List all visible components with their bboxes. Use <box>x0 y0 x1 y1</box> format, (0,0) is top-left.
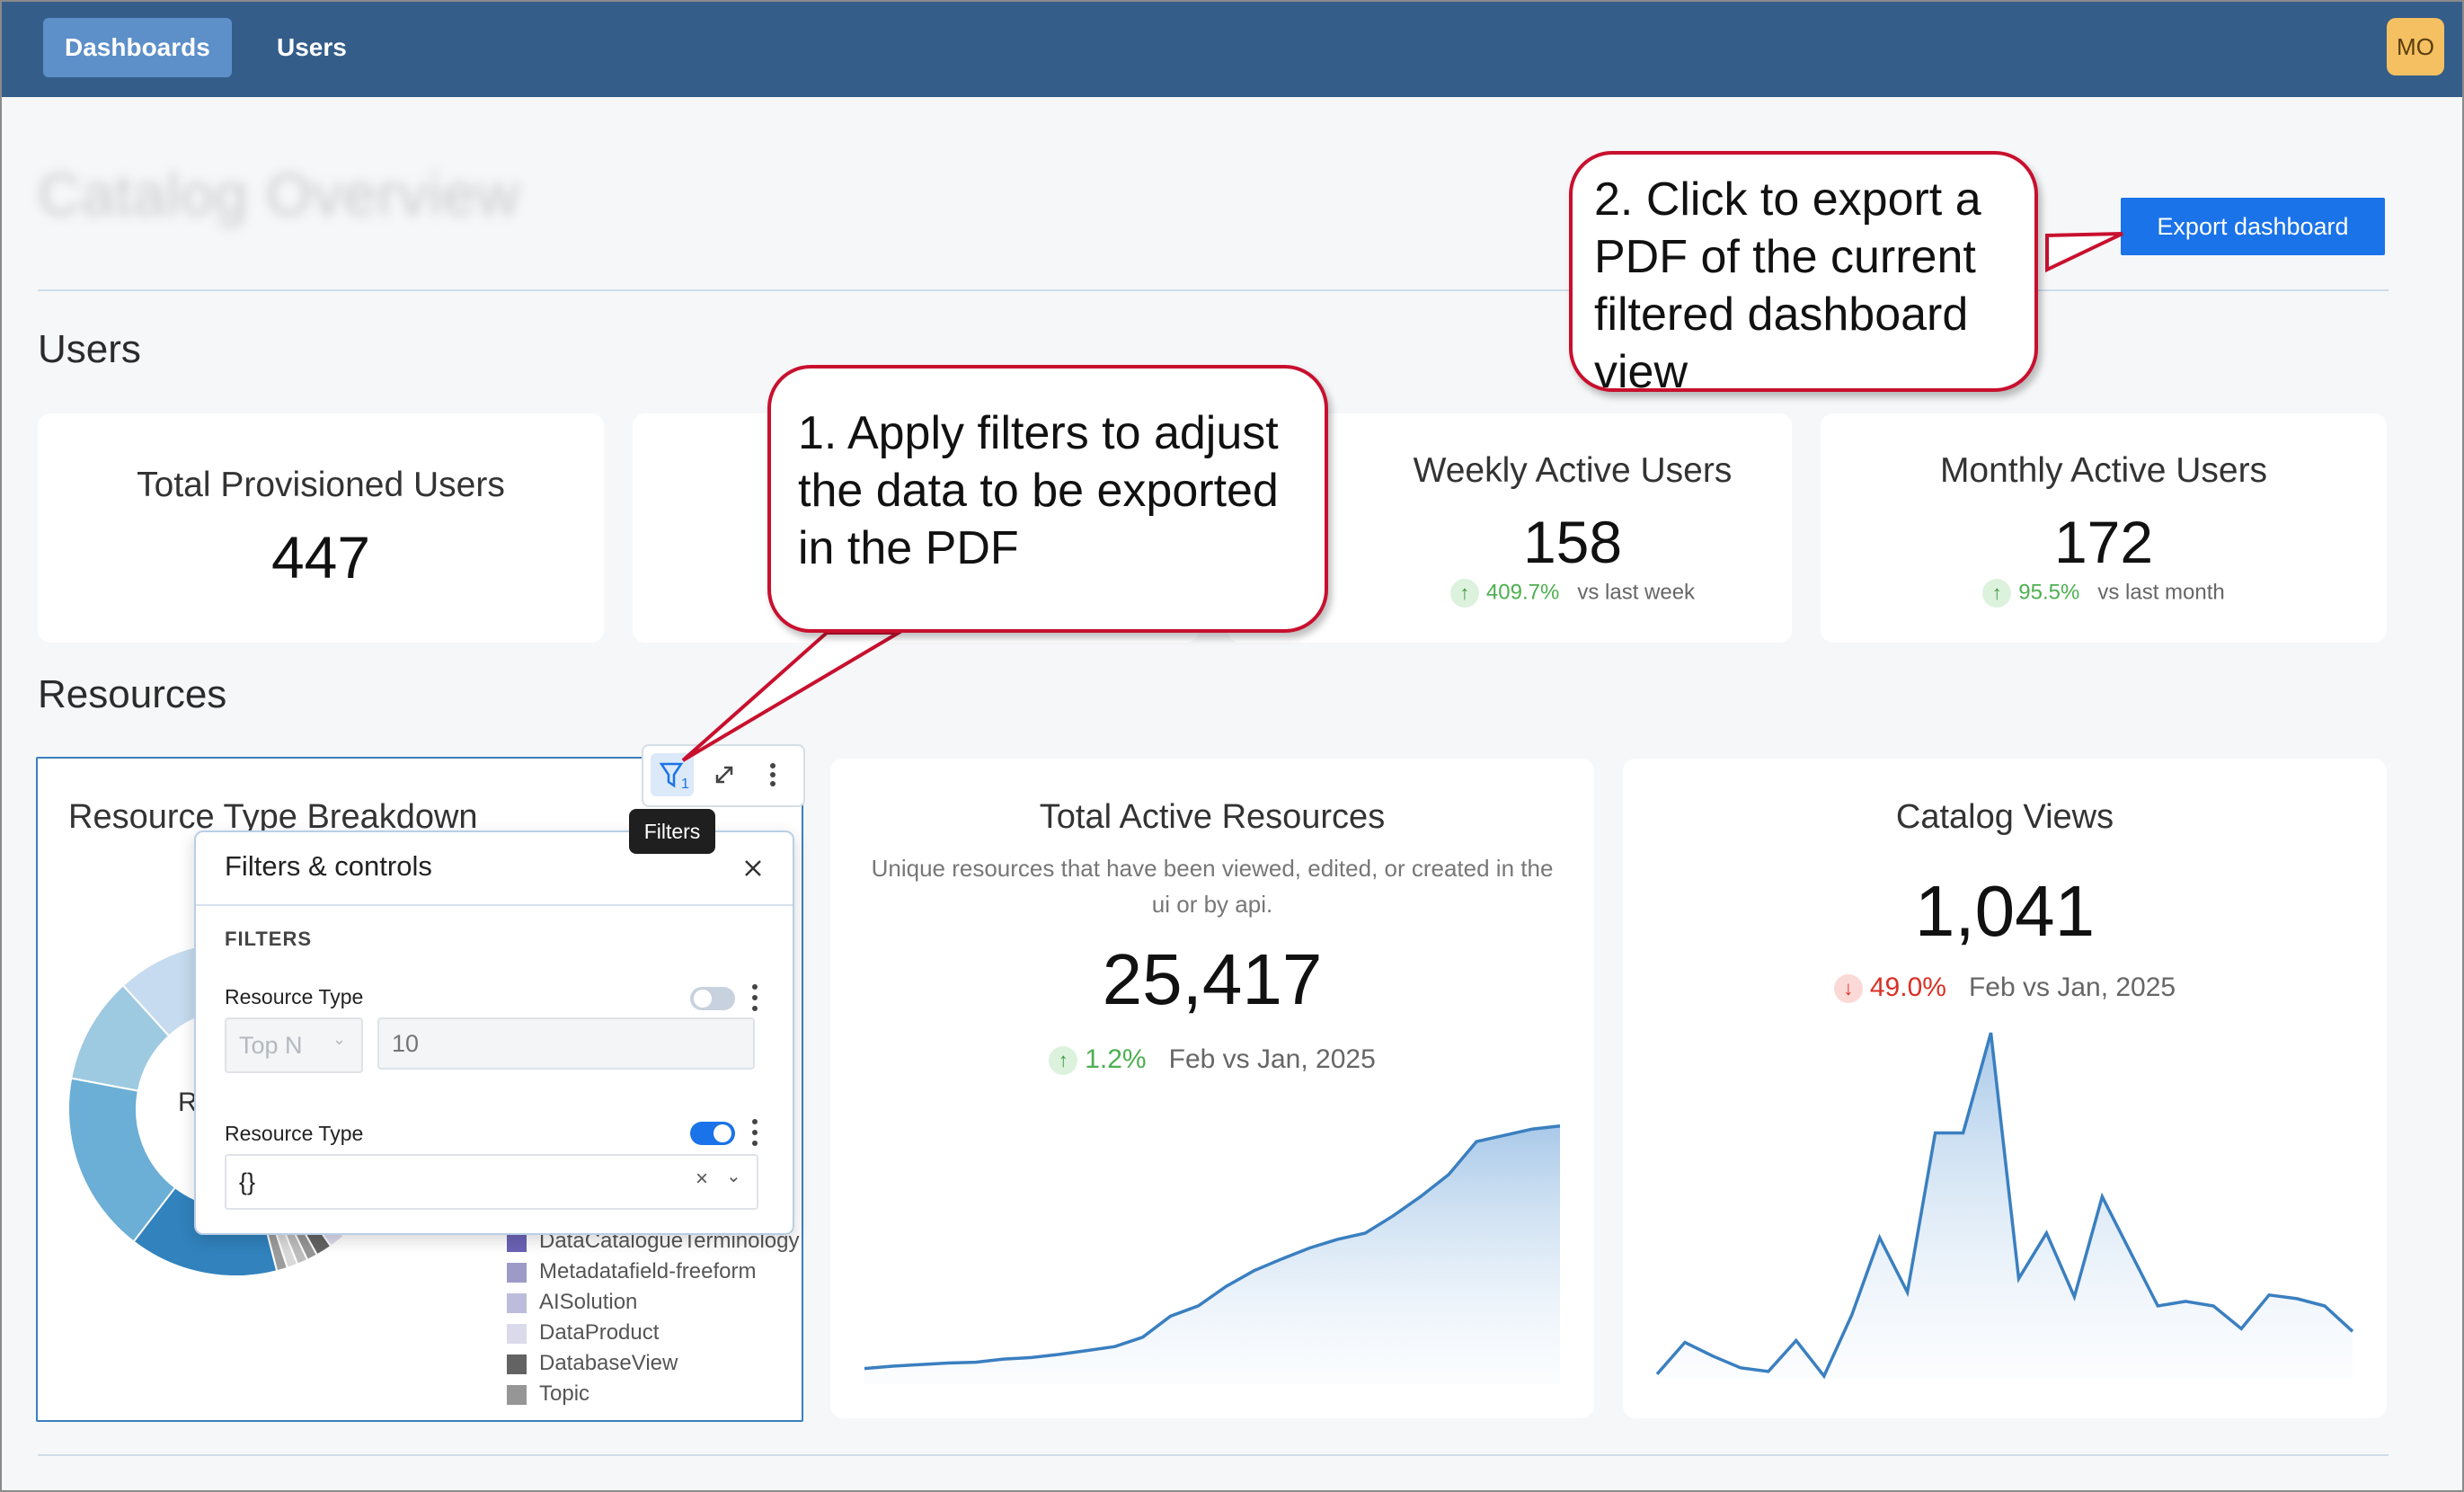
nav-tab-users[interactable]: Users <box>255 18 368 77</box>
delta-text: vs last week <box>1577 580 1696 605</box>
kpi-value: 172 <box>2053 509 2154 575</box>
kpi-value: 158 <box>1522 509 1623 575</box>
filter-toggle-off[interactable] <box>690 987 735 1010</box>
kpi-value: 447 <box>270 524 371 591</box>
total-active-resources-card: Total Active Resources Unique resources … <box>830 759 1594 1418</box>
page-title: Catalog Overview <box>38 161 520 227</box>
clear-icon[interactable]: × <box>696 1167 708 1192</box>
legend-item: DatabaseView <box>507 1350 678 1377</box>
series-area <box>1657 1033 2353 1379</box>
footer-divider <box>38 1454 2389 1456</box>
more-options-icon[interactable] <box>746 1115 764 1150</box>
close-icon[interactable] <box>739 854 767 883</box>
catalog-views-area-chart <box>1655 1032 2354 1380</box>
legend-item: AISolution <box>507 1289 637 1316</box>
user-avatar[interactable]: MO <box>2387 18 2444 75</box>
top-n-select[interactable]: Top N ⌄ <box>225 1017 363 1073</box>
filter-toggle-on[interactable] <box>690 1122 735 1145</box>
chart-toolbar: 1 <box>642 744 805 807</box>
kpi-card-total-provisioned: Total Provisioned Users 447 <box>38 413 604 643</box>
kpi-label: Total Provisioned Users <box>137 466 505 504</box>
legend-swatch <box>507 1323 527 1344</box>
callout-two-pointer <box>2045 232 2123 273</box>
legend-swatch <box>507 1292 527 1313</box>
top-navigation: Dashboards Users MO <box>0 0 2464 97</box>
kpi-card-monthly-active: Monthly Active Users 172 ↑ 95.5% vs last … <box>1821 413 2387 643</box>
legend-item: Topic <box>507 1381 589 1408</box>
resources-section-title: Resources <box>38 672 227 716</box>
active-resources-area-chart <box>864 1123 1561 1384</box>
chevron-down-icon: ⌄ <box>332 1030 347 1048</box>
legend-swatch <box>507 1354 527 1374</box>
expand-icon[interactable] <box>703 753 746 796</box>
arrow-up-icon: ↑ <box>1982 579 2012 608</box>
chevron-down-icon[interactable]: ⌄ <box>726 1165 741 1187</box>
catalog-views-card: Catalog Views 1,041 ↓ 49.0% Feb vs Jan, 2… <box>1623 759 2387 1418</box>
nav-tab-dashboards[interactable]: Dashboards <box>43 18 232 77</box>
filter-label: Resource Type <box>225 1122 364 1145</box>
legend-item: DataProduct <box>507 1319 659 1346</box>
filters-tooltip: Filters <box>629 809 715 854</box>
kpi-delta: ↑ 409.7% vs last week <box>1353 579 1792 608</box>
delta-percent: 95.5% <box>2018 580 2080 605</box>
panel-title: Filters & controls <box>225 850 432 882</box>
legend-swatch <box>507 1384 527 1405</box>
arrow-up-icon: ↑ <box>1449 579 1479 608</box>
filter-count: 1 <box>681 777 689 792</box>
legend-swatch <box>507 1262 527 1283</box>
kpi-delta: ↑ 95.5% vs last month <box>1821 579 2387 608</box>
kpi-label: Weekly Active Users <box>1413 451 1733 490</box>
top-n-count-input[interactable] <box>377 1017 755 1070</box>
kpi-label: Monthly Active Users <box>1939 451 2268 490</box>
legend-item: Metadatafield-freeform <box>507 1258 756 1285</box>
filter-label: Resource Type <box>225 985 364 1008</box>
callout-export-pdf: 2. Click to export a PDF of the current … <box>1569 151 2038 398</box>
resource-type-select[interactable]: {} × ⌄ <box>225 1154 758 1210</box>
more-options-icon[interactable] <box>751 753 794 796</box>
delta-text: vs last month <box>2097 580 2225 605</box>
filters-controls-panel: Filters & controls FILTERS Resource Type… <box>194 830 794 1235</box>
users-section-title: Users <box>38 327 141 371</box>
callout-apply-filters: 1. Apply filters to adjust the data to b… <box>767 365 1328 633</box>
filter-button[interactable]: 1 <box>651 753 694 796</box>
delta-percent: 409.7% <box>1485 580 1560 605</box>
export-dashboard-button[interactable]: Export dashboard <box>2121 198 2385 255</box>
filters-section-label: FILTERS <box>225 928 313 950</box>
more-options-icon[interactable] <box>746 980 764 1016</box>
callout-one-pointer <box>681 631 906 762</box>
